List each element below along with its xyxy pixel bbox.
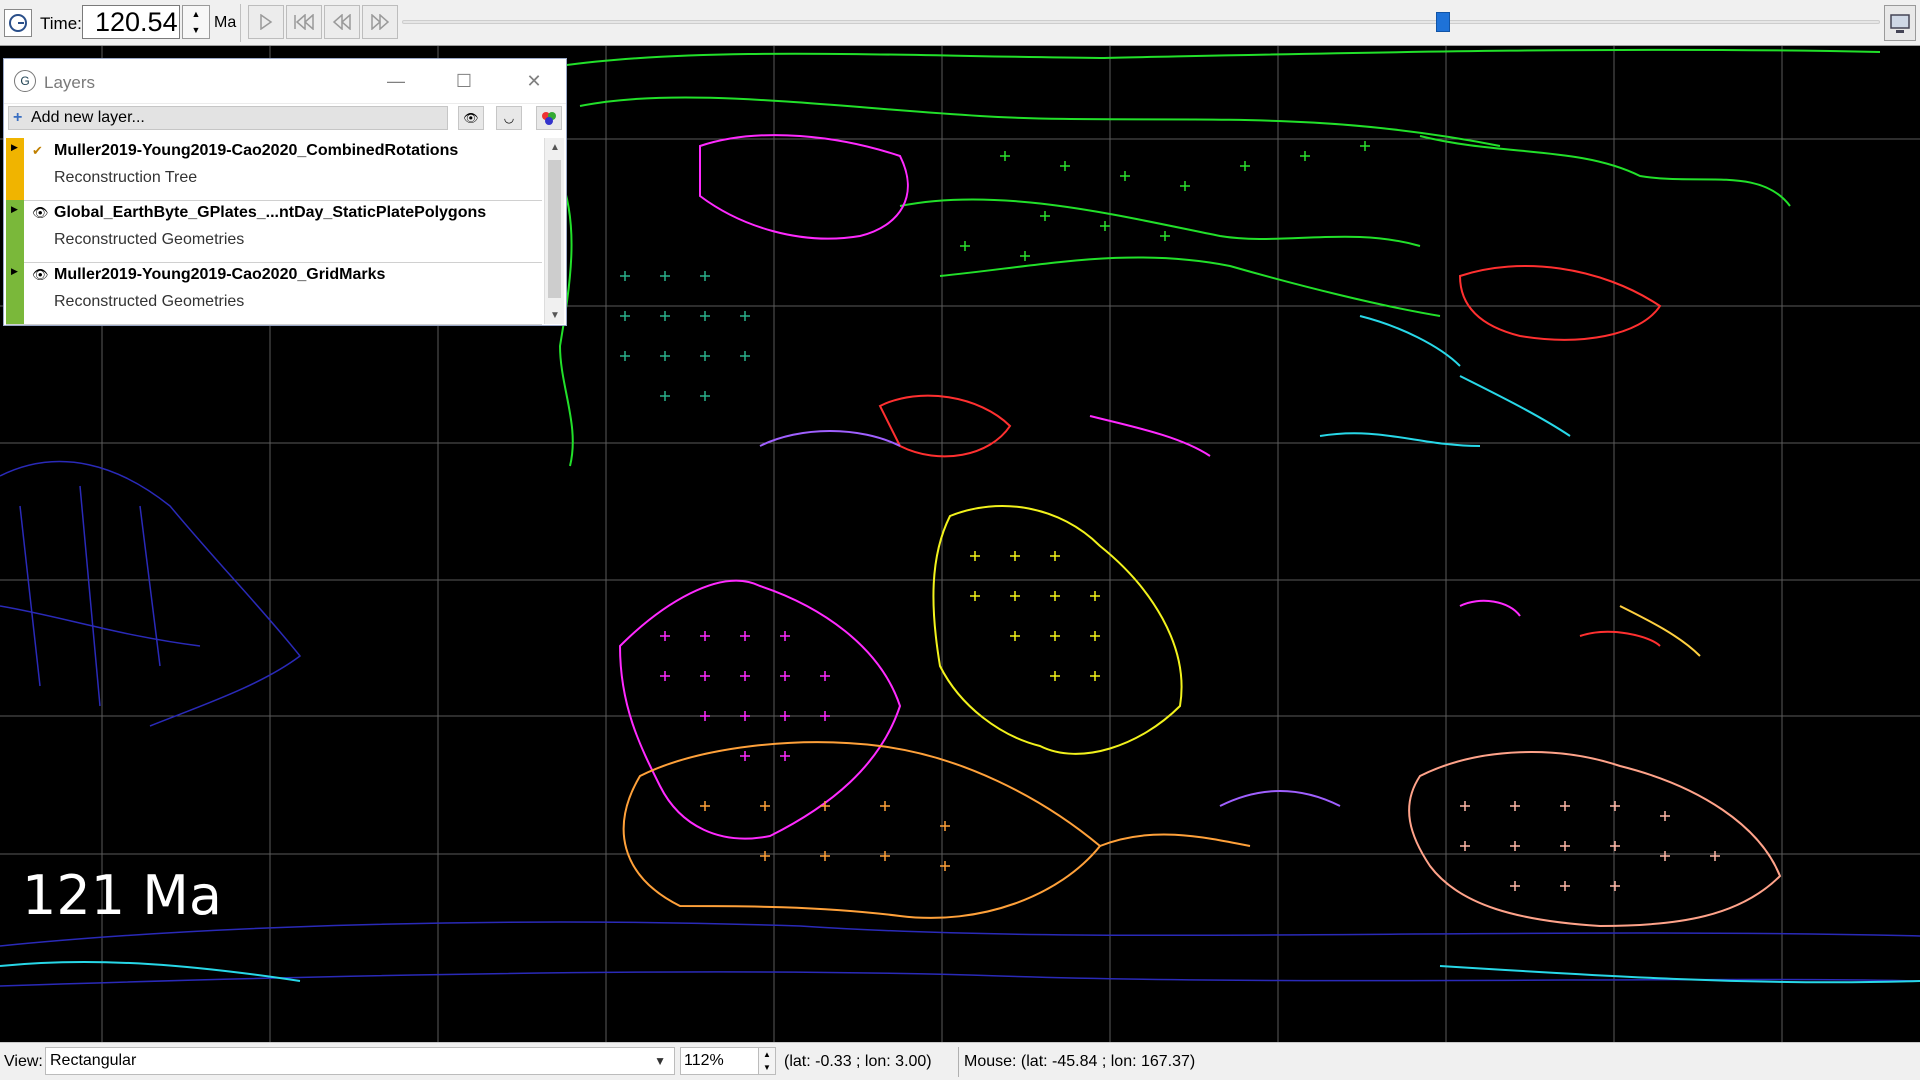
eye-icon: 👁	[463, 111, 479, 125]
maximize-icon: ☐	[455, 70, 473, 91]
expand-arrow-icon[interactable]: ▶	[11, 266, 18, 277]
expand-arrow-icon[interactable]: ▶	[11, 142, 18, 153]
status-bar: View: Rectangular ▼ 112% ▲ ▼ (lat: -0.33 …	[0, 1042, 1920, 1080]
animation-toolbar: Time: 120.54 ▲ ▼ Ma	[0, 0, 1920, 46]
active-checkmark-icon[interactable]: ✔	[32, 144, 46, 158]
time-spinner[interactable]: ▲ ▼	[182, 5, 210, 39]
scrollbar-thumb[interactable]	[548, 160, 561, 298]
step-forward-button[interactable]	[362, 5, 398, 39]
layer-type: Reconstructed Geometries	[54, 293, 245, 310]
layer-row[interactable]: ▶ 👁 Muller2019-Young2019-Cao2020_GridMar…	[6, 262, 542, 325]
africa-gridmarks	[970, 551, 1100, 681]
australia-gridmarks	[1460, 801, 1720, 891]
gplates-logo-icon	[9, 14, 27, 32]
antarctica-gridmarks	[700, 801, 950, 871]
close-button[interactable]: ✕	[516, 67, 552, 95]
layer-name: Global_EarthByte_GPlates_...ntDay_Static…	[54, 204, 487, 221]
layers-titlebar: G Layers — ☐ ✕	[4, 59, 566, 104]
time-slider-track[interactable]	[402, 20, 1880, 24]
layers-window: G Layers — ☐ ✕ + Add new layer... 👁 ◡ ▶ …	[3, 58, 567, 326]
projection-select[interactable]: Rectangular ▼	[45, 1047, 675, 1075]
camera-coordinates: (lat: -0.33 ; lon: 3.00)	[784, 1053, 932, 1070]
status-divider	[958, 1047, 959, 1077]
antarctica-plate	[622, 741, 1251, 919]
skip-to-start-icon	[294, 14, 314, 30]
layer-name: Muller2019-Young2019-Cao2020_GridMarks	[54, 266, 386, 283]
palette-icon	[542, 112, 556, 125]
north-america-gridmarks	[620, 271, 750, 401]
australia-plate	[1408, 751, 1782, 928]
close-icon: ✕	[526, 70, 542, 91]
time-slider-handle[interactable]	[1436, 12, 1450, 32]
gplates-menu-button[interactable]	[4, 9, 32, 37]
plus-icon: +	[13, 109, 23, 126]
gplates-logo-icon: G	[14, 70, 36, 92]
monitor-icon	[1890, 14, 1910, 33]
south-america-plate	[618, 579, 902, 840]
pacific-plates	[0, 460, 1920, 987]
scroll-up-icon[interactable]: ▲	[545, 138, 565, 156]
southern-ridge	[0, 432, 1920, 984]
chevron-down-icon: ▼	[654, 1054, 666, 1068]
visibility-eye-icon[interactable]: 👁	[32, 268, 49, 282]
play-icon	[260, 14, 273, 30]
layers-toolbar: + Add new layer... 👁 ◡	[6, 104, 564, 134]
layer-type: Reconstructed Geometries	[54, 231, 245, 248]
add-layer-label: Add new layer...	[31, 109, 145, 126]
add-new-layer-button[interactable]: + Add new layer...	[8, 106, 448, 130]
north-plates	[558, 48, 1881, 467]
zoom-spinner[interactable]: ▲ ▼	[758, 1047, 776, 1075]
layer-name: Muller2019-Young2019-Cao2020_CombinedRot…	[54, 142, 459, 159]
layer-type: Reconstruction Tree	[54, 169, 198, 186]
step-forward-icon	[371, 14, 390, 30]
skip-to-start-button[interactable]	[286, 5, 322, 39]
reconstruction-age-label: 121 Ma	[22, 864, 222, 927]
time-input[interactable]: 120.54	[82, 5, 180, 39]
layer-list-scrollbar[interactable]: ▲ ▼	[544, 138, 564, 324]
mouse-coordinates: Mouse: (lat: -45.84 ; lon: 167.37)	[964, 1053, 1196, 1070]
view-label: View:	[4, 1053, 43, 1070]
minimize-icon: —	[387, 70, 405, 91]
minimize-button[interactable]: —	[378, 67, 414, 95]
zoom-input[interactable]: 112%	[680, 1047, 762, 1075]
step-back-icon	[332, 14, 351, 30]
hide-all-button[interactable]: ◡	[496, 106, 522, 130]
layer-row[interactable]: ▶ ✔ Muller2019-Young2019-Cao2020_Combine…	[6, 138, 542, 201]
scroll-down-icon[interactable]: ▼	[545, 306, 565, 324]
show-all-button[interactable]: 👁	[458, 106, 484, 130]
step-back-button[interactable]	[324, 5, 360, 39]
expand-arrow-icon[interactable]: ▶	[11, 204, 18, 215]
visibility-eye-icon[interactable]: 👁	[32, 206, 49, 220]
play-button[interactable]	[248, 5, 284, 39]
time-unit-label: Ma	[214, 14, 237, 31]
time-label: Time:	[40, 14, 82, 33]
layers-title: Layers	[44, 73, 96, 92]
maximize-button[interactable]: ☐	[446, 67, 482, 95]
layer-list: ▶ ✔ Muller2019-Young2019-Cao2020_Combine…	[6, 138, 542, 325]
africa-plate	[932, 505, 1183, 755]
eye-closed-icon: ◡	[503, 111, 515, 125]
toolbar-separator	[240, 4, 241, 42]
layer-row[interactable]: ▶ 👁 Global_EarthByte_GPlates_...ntDay_St…	[6, 200, 542, 263]
spin-down-icon[interactable]: ▼	[183, 22, 209, 38]
misc-terranes	[699, 134, 1701, 807]
colour-layers-button[interactable]	[536, 106, 562, 130]
window-options-button[interactable]	[1884, 5, 1916, 41]
spin-up-icon[interactable]: ▲	[183, 6, 209, 22]
projection-value: Rectangular	[50, 1052, 137, 1069]
